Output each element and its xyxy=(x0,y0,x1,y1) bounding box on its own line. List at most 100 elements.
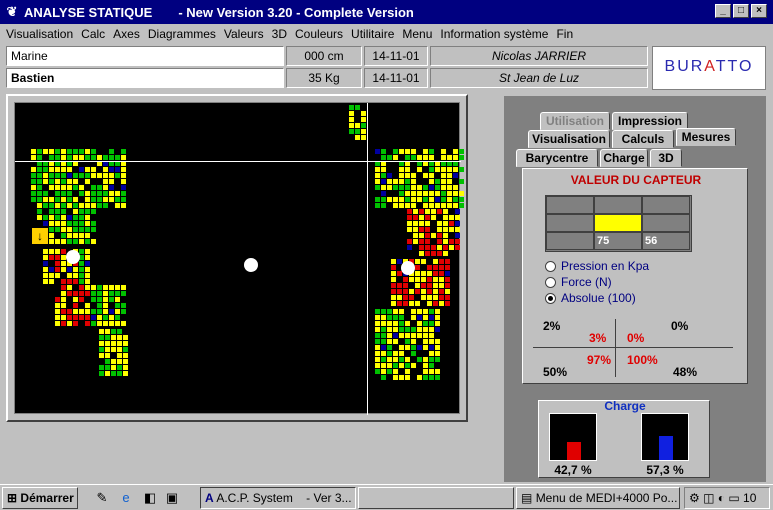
crosshair-horizontal[interactable] xyxy=(15,161,461,162)
pressure-cell xyxy=(391,283,396,288)
sensor-cell xyxy=(594,196,642,214)
radio-absolue[interactable]: Absolue (100) xyxy=(545,291,636,305)
pressure-cell xyxy=(381,363,386,368)
pressure-cell xyxy=(115,309,120,314)
pressure-cell xyxy=(43,273,48,278)
maximize-button[interactable]: □ xyxy=(733,4,749,18)
pressure-cell xyxy=(73,215,78,220)
channel-icon[interactable]: ◧ xyxy=(142,490,158,506)
app-icon[interactable]: ❦ xyxy=(4,4,20,20)
pressure-cell xyxy=(399,167,404,172)
pressure-cell xyxy=(429,321,434,326)
pressure-cell xyxy=(405,149,410,154)
pressure-cell xyxy=(103,179,108,184)
arrow-down-icon[interactable]: ↓ xyxy=(31,227,49,245)
tab-visualisation[interactable]: Visualisation xyxy=(528,130,610,148)
pressure-cell xyxy=(73,155,78,160)
internet-explorer-icon[interactable]: e xyxy=(118,490,134,506)
tab-utilisation[interactable]: Utilisation xyxy=(540,112,610,130)
taskbar: ⊞ Démarrer ✎ e ◧ ▣ A A.C.P. System - Ver… xyxy=(0,484,773,510)
pressure-cell xyxy=(73,227,78,232)
pressure-cell xyxy=(437,251,442,256)
tab-charge[interactable]: Charge xyxy=(600,149,648,167)
pressure-cell xyxy=(435,357,440,362)
menu-fin[interactable]: Fin xyxy=(556,27,573,41)
pressure-cell xyxy=(61,233,66,238)
pressure-cell xyxy=(391,301,396,306)
pressure-cell xyxy=(447,185,452,190)
taskbar-app-redacted[interactable] xyxy=(358,487,514,509)
menu-calc[interactable]: Calc xyxy=(81,27,105,41)
pressure-cell xyxy=(49,203,54,208)
pressure-cell xyxy=(55,267,60,272)
pressure-cell xyxy=(123,371,128,376)
menu-couleurs[interactable]: Couleurs xyxy=(295,27,343,41)
pressure-cell xyxy=(423,149,428,154)
pressure-cell xyxy=(37,173,42,178)
menu-valeurs[interactable]: Valeurs xyxy=(224,27,264,41)
pressure-cell xyxy=(381,315,386,320)
menu-menu[interactable]: Menu xyxy=(402,27,432,41)
pressure-cell xyxy=(403,277,408,282)
pressure-cell xyxy=(73,197,78,202)
tab-calculs[interactable]: Calculs xyxy=(612,130,674,148)
pressure-cell xyxy=(79,239,84,244)
start-button[interactable]: ⊞ Démarrer xyxy=(2,487,78,509)
menu-axes[interactable]: Axes xyxy=(113,27,140,41)
desktop-icon[interactable]: ✎ xyxy=(94,490,110,506)
pressure-cell xyxy=(417,185,422,190)
menu-3d[interactable]: 3D xyxy=(272,27,287,41)
radio-pression[interactable]: Pression en Kpa xyxy=(545,259,649,273)
pressure-cell xyxy=(103,321,108,326)
pressure-cell xyxy=(419,233,424,238)
tray-icons[interactable]: ⚙ ◫ ◐ ▭ xyxy=(689,491,740,505)
pressure-cell xyxy=(429,203,434,208)
menu-information-systeme[interactable]: Information système xyxy=(440,27,548,41)
pressure-cell xyxy=(85,203,90,208)
crosshair-vertical[interactable] xyxy=(367,103,368,415)
menu-diagrammes[interactable]: Diagrammes xyxy=(148,27,216,41)
pressure-cell xyxy=(115,173,120,178)
pressure-cell xyxy=(393,197,398,202)
tab-barycentre[interactable]: Barycentre xyxy=(516,149,598,167)
pressure-cell xyxy=(449,245,454,250)
tab-impression[interactable]: Impression xyxy=(612,112,688,130)
pressure-cell xyxy=(67,173,72,178)
pressure-cell xyxy=(43,255,48,260)
left-charge-label: 42,7 % xyxy=(554,463,592,477)
pressure-cell xyxy=(405,167,410,172)
sensor-cell-selected xyxy=(594,214,642,232)
radio-circle[interactable] xyxy=(545,276,556,288)
quadrant-bl-inner: 97% xyxy=(587,353,612,367)
tab-3d[interactable]: 3D xyxy=(650,149,682,167)
pressure-cell xyxy=(109,191,114,196)
pressure-cell xyxy=(381,351,386,356)
taskbar-app-acp[interactable]: A A.C.P. System - Ver 3... xyxy=(200,487,356,509)
pressure-cell xyxy=(429,333,434,338)
radio-force[interactable]: Force (N) xyxy=(545,275,612,289)
menu-utilitaire[interactable]: Utilitaire xyxy=(351,27,394,41)
pressure-cell xyxy=(455,233,460,238)
radio-circle[interactable] xyxy=(545,260,556,272)
pressure-cell xyxy=(115,203,120,208)
close-button[interactable]: × xyxy=(751,4,767,18)
pressure-cell xyxy=(453,185,458,190)
pressure-cell xyxy=(85,309,90,314)
taskbar-app-medi[interactable]: ▤ Menu de MEDI+4000 Po... xyxy=(516,487,680,509)
pressure-cell xyxy=(109,173,114,178)
pressure-cell xyxy=(423,197,428,202)
pressure-cell xyxy=(405,333,410,338)
pressure-cell xyxy=(429,345,434,350)
show-desktop-icon[interactable]: ▣ xyxy=(164,490,180,506)
radio-circle-selected[interactable] xyxy=(545,292,556,304)
pressure-map[interactable]: ↓ xyxy=(14,102,464,415)
pressure-cell xyxy=(443,245,448,250)
pressure-cell xyxy=(31,155,36,160)
pressure-cell xyxy=(387,339,392,344)
tab-mesures[interactable]: Mesures xyxy=(676,128,736,146)
minimize-button[interactable]: _ xyxy=(715,4,731,18)
menu-visualisation[interactable]: Visualisation xyxy=(6,27,73,41)
pressure-cell xyxy=(375,173,380,178)
pressure-cell xyxy=(43,267,48,272)
pressure-cell xyxy=(99,371,104,376)
